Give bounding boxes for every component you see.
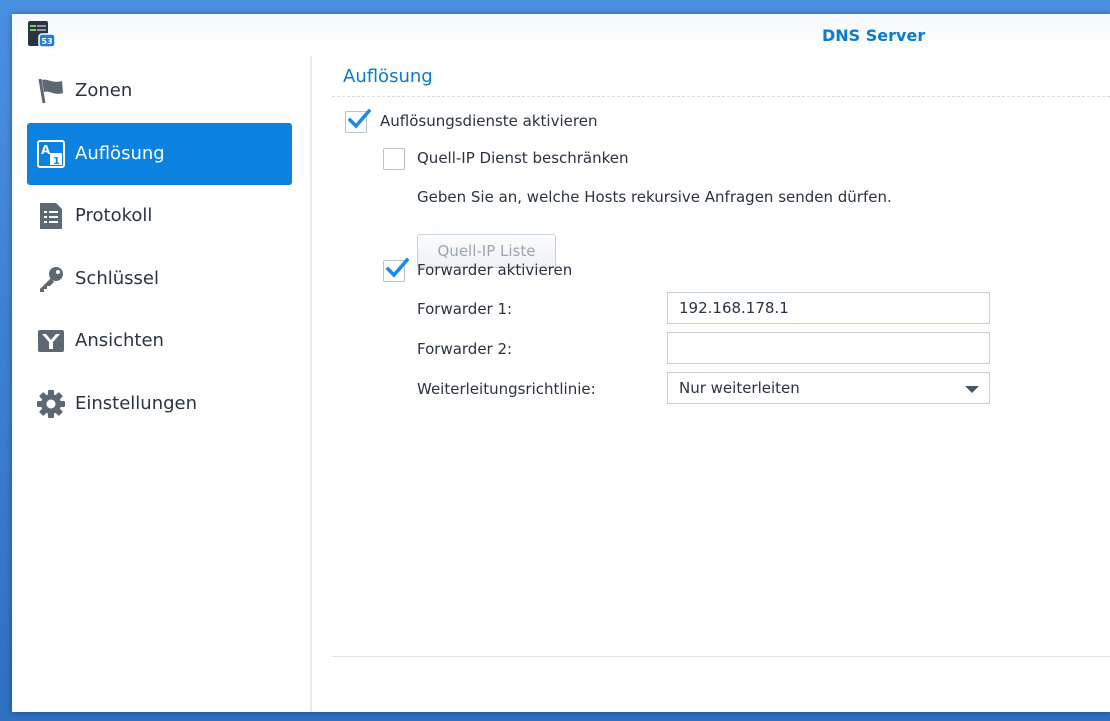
flag-icon <box>36 76 66 106</box>
gear-icon <box>36 389 66 419</box>
svg-text:A: A <box>41 143 51 157</box>
svg-text:53: 53 <box>41 37 52 46</box>
resolution-icon: A 1 <box>36 139 66 169</box>
sidebar-item-einstellungen[interactable]: Einstellungen <box>27 373 292 435</box>
log-icon <box>36 201 66 231</box>
enable-forwarder-checkbox[interactable] <box>383 258 409 282</box>
chevron-down-icon <box>965 386 979 393</box>
hint-text: Geben Sie an, welche Hosts rekursive Anf… <box>417 188 892 206</box>
enable-resolution-label: Auflösungsdienste aktivieren <box>380 112 598 130</box>
sidebar-item-label: Zonen <box>75 80 133 101</box>
key-icon <box>36 264 66 294</box>
limit-source-ip-label: Quell-IP Dienst beschränken <box>417 149 629 167</box>
forwarder1-value: 192.168.178.1 <box>679 299 789 317</box>
main-content: Auflösung Auflösungsdienste aktivieren Q… <box>312 56 1110 712</box>
sidebar-item-label: Einstellungen <box>75 393 198 414</box>
limit-source-ip-checkbox[interactable] <box>383 148 405 170</box>
dns-server-window: 53 DNS Server Zonen A 1 Auflösung Protok… <box>12 14 1110 712</box>
section-divider <box>332 96 1110 97</box>
sidebar-item-aufloesung[interactable]: A 1 Auflösung <box>27 123 292 185</box>
checkmark-icon <box>385 258 409 278</box>
window-title: DNS Server <box>822 26 926 45</box>
sidebar-item-label: Ansichten <box>75 330 164 351</box>
svg-text:1: 1 <box>53 156 60 167</box>
section-title: Auflösung <box>343 66 433 87</box>
forwarder2-input[interactable] <box>667 332 990 364</box>
sidebar: Zonen A 1 Auflösung Protokoll Schlüssel … <box>12 56 312 712</box>
views-icon <box>36 326 66 356</box>
forwarder1-label: Forwarder 1: <box>417 300 513 318</box>
forward-policy-label: Weiterleitungsrichtlinie: <box>417 380 596 398</box>
enable-forwarder-label: Forwarder aktivieren <box>417 261 573 279</box>
sidebar-item-label: Schlüssel <box>75 268 159 289</box>
sidebar-item-label: Protokoll <box>75 205 153 226</box>
sidebar-item-schluessel[interactable]: Schlüssel <box>27 248 292 310</box>
sidebar-item-ansichten[interactable]: Ansichten <box>27 310 292 372</box>
forwarder2-label: Forwarder 2: <box>417 340 513 358</box>
forward-policy-value: Nur weiterleiten <box>679 379 800 397</box>
forward-policy-select[interactable]: Nur weiterleiten <box>667 372 990 404</box>
dns-server-app-icon: 53 <box>26 20 56 50</box>
sidebar-item-label: Auflösung <box>75 143 165 164</box>
title-bar: 53 DNS Server <box>12 14 1110 56</box>
checkmark-icon <box>347 109 371 129</box>
sidebar-item-zonen[interactable]: Zonen <box>27 60 292 122</box>
forwarder1-input[interactable]: 192.168.178.1 <box>667 292 990 324</box>
sidebar-item-protokoll[interactable]: Protokoll <box>27 185 292 247</box>
enable-resolution-checkbox[interactable] <box>345 109 371 133</box>
footer-divider <box>332 656 1110 657</box>
